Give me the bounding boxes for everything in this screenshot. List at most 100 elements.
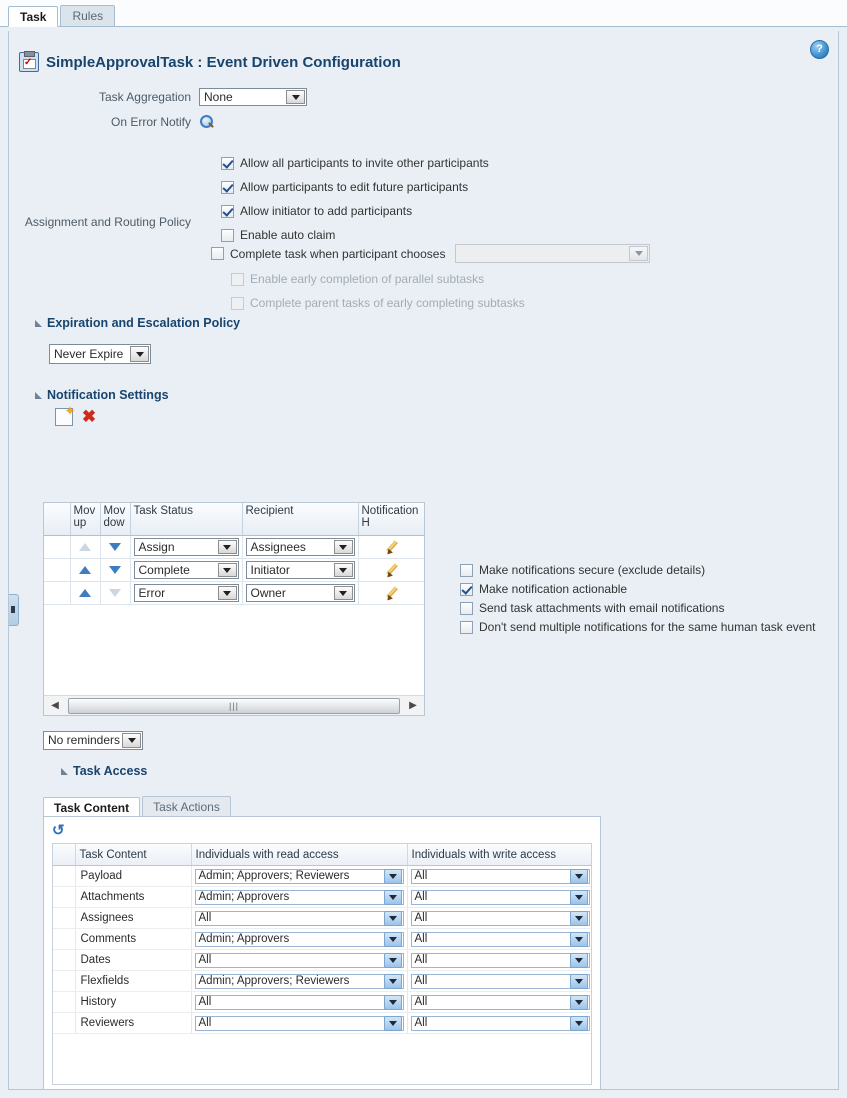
table-row[interactable]: Error Owner	[44, 581, 424, 605]
write-access-cell[interactable]: All	[407, 970, 591, 992]
recipient-select[interactable]: Owner	[245, 584, 355, 602]
checkbox-early-completion-parallel[interactable]	[231, 272, 244, 286]
write-access-cell[interactable]: All	[407, 886, 591, 908]
notification-header-cell[interactable]	[358, 581, 424, 605]
task-status-select[interactable]: Error	[133, 584, 239, 602]
read-access-cell[interactable]: Admin; Approvers; Reviewers	[191, 970, 408, 992]
read-access-select[interactable]: All	[194, 1015, 404, 1031]
task-status-cell[interactable]: Complete	[130, 558, 243, 582]
write-access-select[interactable]: All	[410, 910, 590, 926]
write-access-select[interactable]: All	[410, 868, 590, 884]
edit-pencil-icon[interactable]	[385, 586, 399, 600]
write-access-cell[interactable]: All	[407, 865, 591, 887]
write-access-select[interactable]: All	[410, 889, 590, 905]
collapse-triangle-icon[interactable]	[61, 767, 68, 775]
move-down-cell[interactable]	[100, 535, 131, 559]
add-row-icon[interactable]	[55, 405, 75, 426]
tab-task[interactable]: Task	[8, 6, 59, 27]
read-access-cell[interactable]: Admin; Approvers	[191, 928, 408, 950]
write-access-cell[interactable]: All	[407, 907, 591, 929]
collapse-triangle-icon[interactable]	[35, 319, 42, 327]
row-select-cell[interactable]	[44, 558, 71, 582]
checkbox-enable-auto-claim[interactable]	[221, 228, 234, 242]
recipient-cell[interactable]: Owner	[242, 581, 359, 605]
scroll-thumb[interactable]: |||	[68, 697, 400, 714]
write-access-cell[interactable]: All	[407, 949, 591, 971]
row-select-cell[interactable]	[53, 928, 76, 950]
reminders-select[interactable]: No reminders	[43, 731, 143, 750]
table-row[interactable]: History All All	[53, 991, 591, 1013]
row-select-cell[interactable]	[44, 535, 71, 559]
table-row[interactable]: Flexfields Admin; Approvers; Reviewers A…	[53, 970, 591, 992]
table-row[interactable]: Payload Admin; Approvers; Reviewers All	[53, 865, 591, 887]
notification-header-cell[interactable]	[358, 535, 424, 559]
read-access-cell[interactable]: All	[191, 949, 408, 971]
table-row[interactable]: Attachments Admin; Approvers All	[53, 886, 591, 908]
expiration-policy-select[interactable]: Never Expire	[49, 344, 151, 364]
move-up-cell[interactable]	[70, 558, 101, 582]
checkbox-invite-participants[interactable]	[221, 156, 234, 170]
scroll-right-icon[interactable]: ▶	[402, 700, 424, 711]
write-access-select[interactable]: All	[410, 931, 590, 947]
row-select-cell[interactable]	[53, 1012, 76, 1034]
move-up-cell[interactable]	[70, 581, 101, 605]
checkbox-notification-actionable[interactable]	[460, 582, 473, 596]
task-aggregation-select[interactable]: None	[199, 88, 307, 106]
row-select-cell[interactable]	[53, 949, 76, 971]
write-access-select[interactable]: All	[410, 1015, 590, 1031]
notification-table-scrollbar[interactable]: ◀ ||| ▶	[44, 695, 424, 715]
read-access-cell[interactable]: Admin; Approvers	[191, 886, 408, 908]
task-status-cell[interactable]: Error	[130, 581, 243, 605]
table-row[interactable]: Assign Assignees	[44, 535, 424, 559]
read-access-select[interactable]: All	[194, 952, 404, 968]
checkbox-edit-future-participants[interactable]	[221, 180, 234, 194]
section-expiration-escalation[interactable]: Expiration and Escalation Policy	[35, 316, 838, 330]
tab-task-content[interactable]: Task Content	[43, 797, 141, 817]
write-access-cell[interactable]: All	[407, 991, 591, 1013]
move-down-cell[interactable]	[100, 558, 131, 582]
collapse-triangle-icon[interactable]	[35, 391, 42, 399]
row-select-cell[interactable]	[53, 907, 76, 929]
read-access-cell[interactable]: All	[191, 907, 408, 929]
tab-task-actions[interactable]: Task Actions	[142, 796, 231, 816]
read-access-select[interactable]: Admin; Approvers	[194, 931, 404, 947]
recipient-cell[interactable]: Assignees	[242, 535, 359, 559]
edit-pencil-icon[interactable]	[385, 563, 399, 577]
read-access-select[interactable]: All	[194, 994, 404, 1010]
read-access-select[interactable]: Admin; Approvers; Reviewers	[194, 868, 404, 884]
write-access-select[interactable]: All	[410, 952, 590, 968]
move-down-icon[interactable]	[109, 543, 121, 551]
read-access-cell[interactable]: All	[191, 991, 408, 1013]
complete-task-outcome-select[interactable]	[455, 244, 651, 263]
move-up-icon[interactable]	[79, 566, 91, 574]
read-access-select[interactable]: Admin; Approvers; Reviewers	[194, 973, 404, 989]
table-row[interactable]: Comments Admin; Approvers All	[53, 928, 591, 950]
move-up-icon[interactable]	[79, 589, 91, 597]
table-row[interactable]: Dates All All	[53, 949, 591, 971]
checkbox-complete-parent-tasks[interactable]	[231, 296, 244, 310]
task-status-select[interactable]: Complete	[133, 561, 239, 579]
recipient-cell[interactable]: Initiator	[242, 558, 359, 582]
checkbox-no-multiple-notifications[interactable]	[460, 620, 473, 634]
recipient-select[interactable]: Assignees	[245, 538, 355, 556]
delete-row-icon[interactable]: ✖	[81, 408, 97, 425]
move-down-cell[interactable]	[100, 581, 131, 605]
row-select-cell[interactable]	[53, 865, 76, 887]
checkbox-initiator-add-participants[interactable]	[221, 204, 234, 218]
notification-header-cell[interactable]	[358, 558, 424, 582]
checkbox-notifications-secure[interactable]	[460, 563, 473, 577]
help-icon[interactable]: ?	[810, 40, 829, 59]
row-select-cell[interactable]	[53, 991, 76, 1013]
row-select-cell[interactable]	[44, 581, 71, 605]
move-down-icon[interactable]	[109, 589, 121, 597]
read-access-select[interactable]: Admin; Approvers	[194, 889, 404, 905]
move-up-icon[interactable]	[79, 543, 91, 551]
write-access-cell[interactable]: All	[407, 928, 591, 950]
recipient-select[interactable]: Initiator	[245, 561, 355, 579]
section-notification-settings[interactable]: Notification Settings	[35, 388, 838, 402]
search-icon[interactable]	[199, 114, 215, 130]
table-row[interactable]: Complete Initiator	[44, 558, 424, 582]
checkbox-complete-task-when-chooses[interactable]	[211, 247, 224, 260]
row-select-cell[interactable]	[53, 970, 76, 992]
task-status-select[interactable]: Assign	[133, 538, 239, 556]
